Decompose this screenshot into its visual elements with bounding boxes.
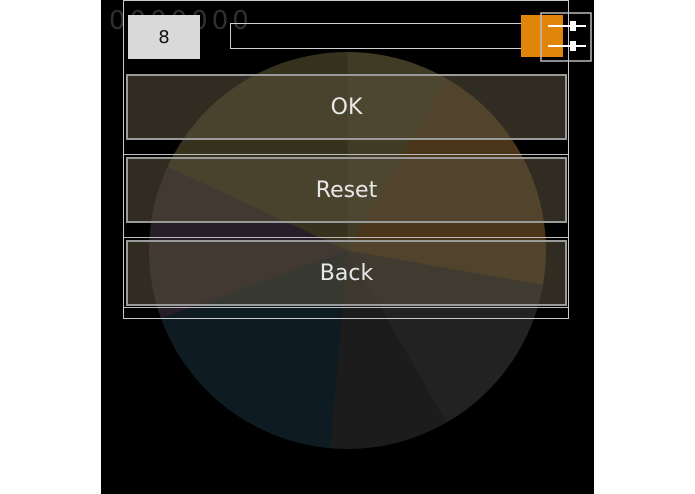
ok-button[interactable]: OK bbox=[126, 74, 567, 140]
slider-value: 8 bbox=[128, 15, 200, 59]
sliders-icon[interactable] bbox=[540, 12, 592, 62]
divider bbox=[124, 237, 568, 238]
divider bbox=[124, 154, 568, 155]
game-screen: 0000000 8 OK Reset Back bbox=[101, 0, 594, 494]
settings-panel: 8 OK Reset Back bbox=[123, 0, 569, 319]
back-button[interactable]: Back bbox=[126, 240, 567, 306]
slider-track[interactable] bbox=[230, 23, 560, 49]
reset-button[interactable]: Reset bbox=[126, 157, 567, 223]
divider bbox=[124, 307, 568, 308]
